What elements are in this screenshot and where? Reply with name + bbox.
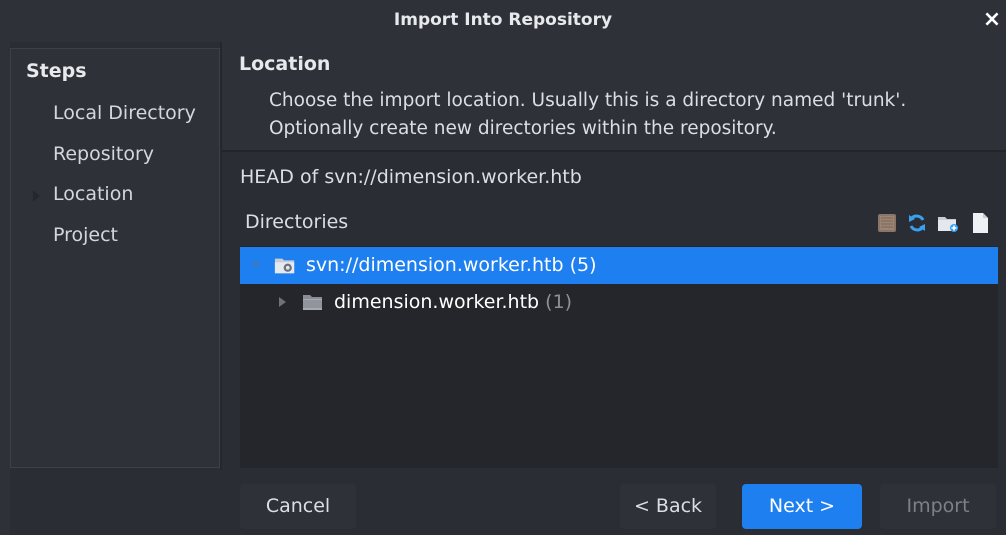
window-left-edge: [0, 42, 10, 535]
step-project: Project: [53, 224, 119, 246]
next-button[interactable]: Next >: [742, 484, 862, 529]
step-repository: Repository: [53, 143, 155, 165]
head-revision-label: HEAD of svn://dimension.worker.htb: [240, 166, 582, 188]
tree-row-count: (1): [545, 291, 573, 313]
refresh-icon[interactable]: [906, 212, 928, 234]
stop-icon[interactable]: [876, 212, 898, 234]
repository-folder-icon: [274, 258, 295, 274]
file-icon[interactable]: [970, 212, 992, 234]
tree-row-folder[interactable]: dimension.worker.htb (1): [240, 284, 998, 321]
tree-row-name: svn://dimension.worker.htb: [306, 254, 564, 276]
import-button[interactable]: Import: [880, 484, 996, 529]
page-header: Location Choose the import location. Usu…: [222, 42, 1006, 150]
directory-tree[interactable]: svn://dimension.worker.htb (5) dimension…: [240, 246, 998, 468]
step-location: Location: [53, 183, 134, 205]
new-folder-icon[interactable]: [936, 212, 958, 234]
title-bar: Import Into Repository ×: [0, 0, 1006, 42]
steps-panel: Steps Local Directory Repository Locatio…: [10, 48, 220, 468]
steps-title: Steps: [26, 60, 87, 82]
tree-row-repository-root[interactable]: svn://dimension.worker.htb (5): [240, 247, 998, 284]
step-local-directory: Local Directory: [53, 102, 196, 124]
expanded-arrow-icon[interactable]: [250, 261, 262, 271]
page-title: Location: [239, 53, 331, 75]
directories-label: Directories: [245, 211, 349, 233]
back-button[interactable]: < Back: [620, 484, 716, 529]
header-separator: [222, 150, 1006, 152]
tree-row-name: dimension.worker.htb: [334, 291, 540, 313]
current-step-arrow-icon: [33, 190, 40, 202]
folder-icon: [303, 295, 322, 310]
page-description-line-2: Optionally create new directories within…: [269, 118, 777, 139]
tree-row-label: svn://dimension.worker.htb (5): [306, 254, 596, 276]
close-icon[interactable]: ×: [980, 7, 1004, 33]
window-title: Import Into Repository: [393, 10, 613, 30]
page-description-line-1: Choose the import location. Usually this…: [269, 90, 907, 111]
cancel-button[interactable]: Cancel: [240, 484, 356, 529]
collapsed-arrow-icon[interactable]: [277, 295, 287, 309]
tree-row-count: (5): [569, 254, 597, 276]
tree-row-label: dimension.worker.htb (1): [334, 291, 572, 313]
